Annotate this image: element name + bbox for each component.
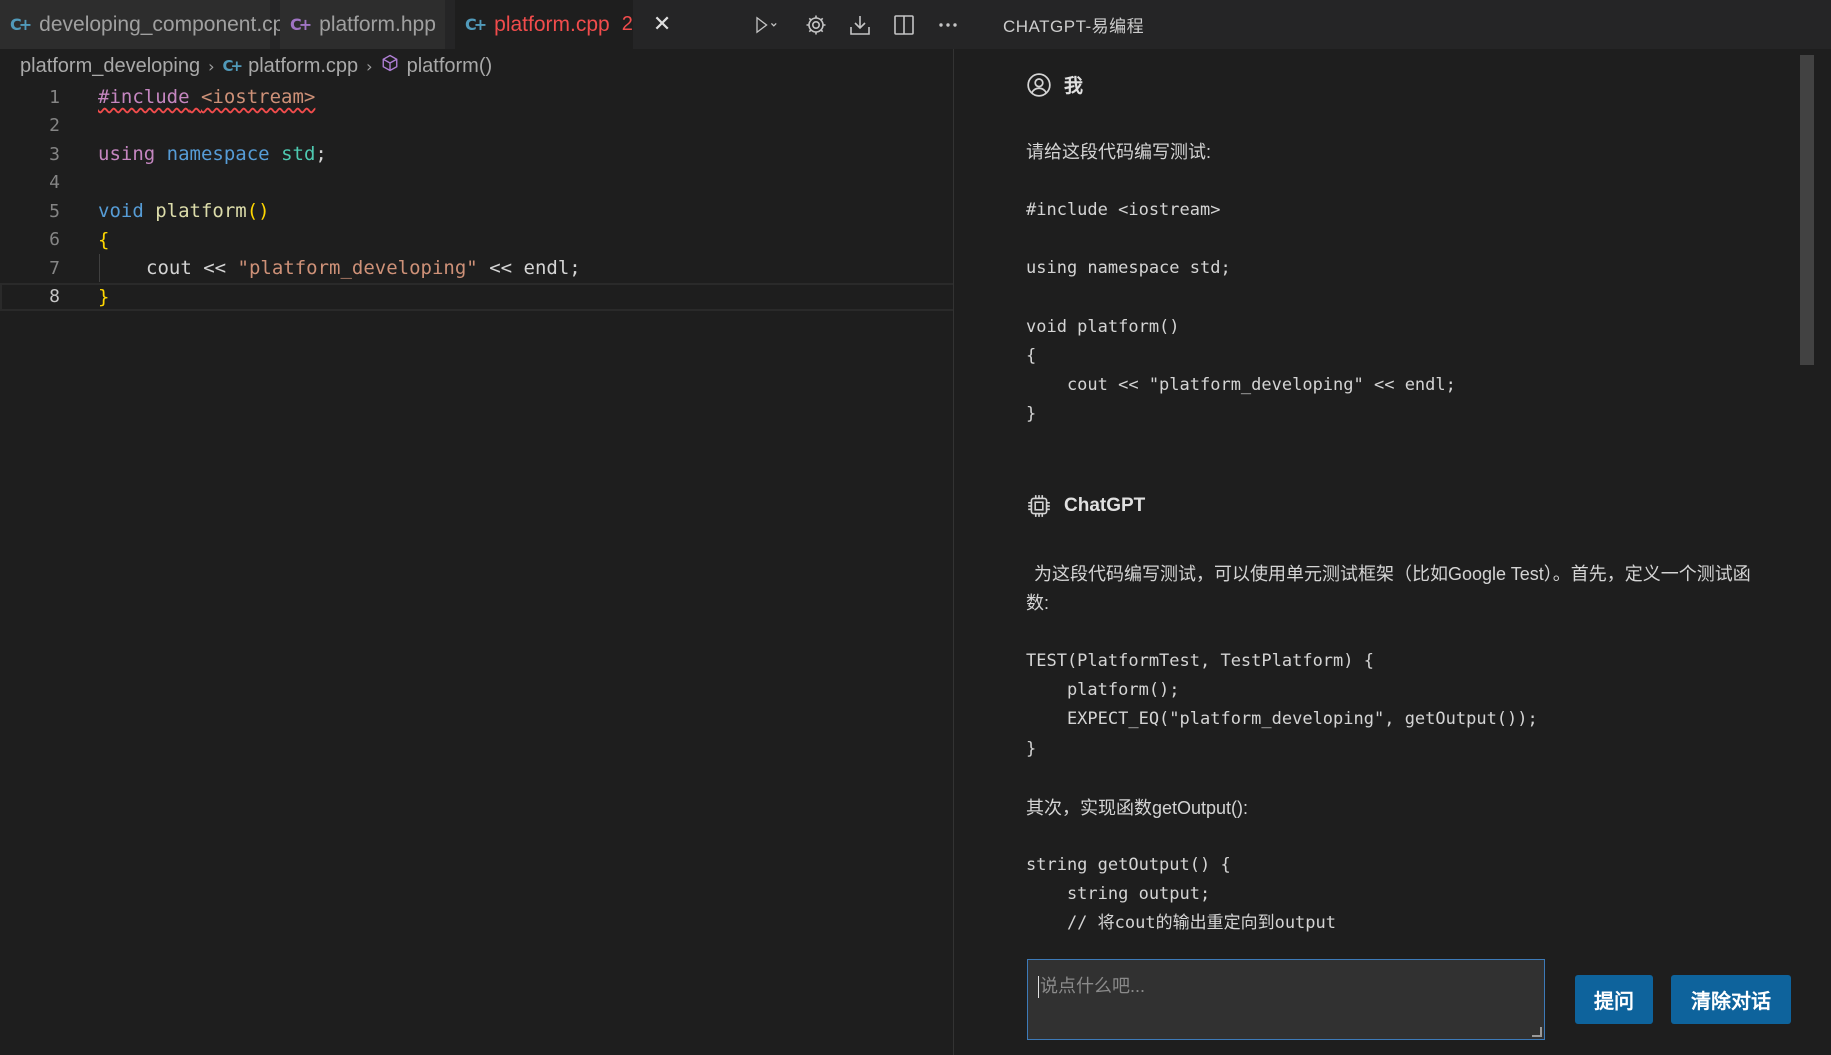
user-code-line: cout << "platform_developing" << endl; <box>1026 375 1456 395</box>
gear-icon[interactable] <box>803 12 829 38</box>
close-icon[interactable]: ✕ <box>653 12 671 37</box>
tab-label: platform.hpp <box>319 12 436 36</box>
text-caret <box>1038 976 1039 999</box>
user-avatar-icon <box>1027 72 1051 97</box>
code-text: void platform() <box>98 200 270 222</box>
chat-scrollbar[interactable] <box>1800 55 1814 365</box>
code-lines: 1 #include <iostream> 2 3 using namespac… <box>0 83 972 311</box>
bot-name: ChatGPT <box>1064 495 1146 516</box>
close-brace: } <box>98 285 110 308</box>
tab-platform-hpp[interactable]: C+ platform.hpp <box>280 0 445 49</box>
bot-code-line: string output; <box>1026 884 1211 904</box>
code-line: 1 #include <iostream> <box>0 83 953 112</box>
line-number: 8 <box>49 286 60 308</box>
user-name: 我 <box>1064 76 1084 97</box>
more-actions-icon[interactable] <box>935 12 961 38</box>
code-text: using namespace std; <box>98 143 327 165</box>
breadcrumb-file[interactable]: platform.cpp <box>248 55 358 78</box>
code-line: 7 cout << "platform_developing" << endl; <box>0 254 953 283</box>
chevron-right-icon: › <box>366 56 373 76</box>
code-line: 5 void platform() <box>0 197 953 226</box>
line-number: 2 <box>49 115 60 137</box>
user-code-line: { <box>1026 346 1037 366</box>
chip-icon <box>1028 495 1050 517</box>
bot-code-line: EXPECT_EQ("platform_developing", getOutp… <box>1026 709 1538 729</box>
code-line: 4 <box>0 169 953 198</box>
code-line: 6 { <box>0 226 953 255</box>
tab-label: platform.cpp <box>494 12 610 36</box>
tab-developing-component[interactable]: C+ developing_component.cpp <box>0 0 296 49</box>
user-code-line: using namespace std; <box>1026 258 1231 278</box>
keyword-void: void <box>98 200 144 223</box>
resize-handle-icon[interactable] <box>1532 1027 1542 1037</box>
bot-code-line: string getOutput() { <box>1026 855 1231 875</box>
clear-conversation-button[interactable]: 清除对话 <box>1671 975 1791 1024</box>
bot-message-header: ChatGPT <box>1026 493 1145 519</box>
bot-code-line: platform(); <box>1026 680 1180 700</box>
cpp-header-icon: C+ <box>290 15 312 34</box>
semicolon: ; <box>315 143 327 166</box>
panel-title: CHATGPT-易编程 <box>1003 17 1145 36</box>
user-message-header: 我 <box>1026 71 1083 98</box>
cpp-file-icon: C+ <box>465 15 487 34</box>
user-prompt: 请给这段代码编写测试: <box>1026 142 1211 162</box>
line-number: 5 <box>49 200 60 222</box>
code-text: cout << "platform_developing" << endl; <box>146 257 581 279</box>
line-number: 4 <box>49 172 60 194</box>
cpp-file-icon: C+ <box>222 57 244 75</box>
code-line: 3 using namespace std; <box>0 140 953 169</box>
tab-label: developing_component.cpp <box>39 12 297 36</box>
indent-guide <box>99 254 100 282</box>
chat-panel: 我 请给这段代码编写测试: #include <iostream> using … <box>954 49 1831 1055</box>
user-code-line: void platform() <box>1026 317 1180 337</box>
line-number: 1 <box>49 86 60 108</box>
keyword-using: using <box>98 143 156 166</box>
string-literal: "platform_developing" <box>237 257 478 280</box>
code-line-current: 8 } <box>0 282 972 311</box>
chat-input-placeholder: 说点什么吧... <box>1040 976 1146 996</box>
code-line: 2 <box>0 112 953 141</box>
code-text: #include <iostream> <box>98 86 315 108</box>
bot-code-line: TEST(PlatformTest, TestPlatform) { <box>1026 651 1374 671</box>
editor-toolbar <box>745 0 961 49</box>
line-number: 7 <box>49 257 60 279</box>
tab-bar: C+ developing_component.cpp C+ platform.… <box>0 0 1831 49</box>
bot-code-line: } <box>1026 739 1037 759</box>
user-code-line: } <box>1026 404 1037 424</box>
problem-count-badge: 2 <box>621 13 633 35</box>
keyword-namespace: namespace <box>166 143 270 166</box>
ask-button[interactable]: 提问 <box>1575 975 1653 1024</box>
cout: cout <box>146 257 192 280</box>
breadcrumb-folder[interactable]: platform_developing <box>20 55 200 78</box>
chat-input[interactable]: 说点什么吧... <box>1027 959 1545 1040</box>
line-number: 3 <box>49 143 60 165</box>
operator: << <box>191 257 238 280</box>
operator-endl: << endl; <box>477 257 581 280</box>
download-icon[interactable] <box>847 12 873 38</box>
include-directive: #include <box>98 86 190 109</box>
open-brace: { <box>98 228 110 251</box>
bot-text: 其次，实现函数getOutput(): <box>1026 798 1249 818</box>
chevron-right-icon: › <box>208 56 215 76</box>
breadcrumb: platform_developing › C+ platform.cpp › … <box>20 49 492 83</box>
include-header: <iostream> <box>200 86 316 109</box>
user-code-line: #include <iostream> <box>1026 200 1221 220</box>
breadcrumb-symbol[interactable]: platform() <box>407 55 493 78</box>
namespace-std: std <box>281 143 316 166</box>
function-name: platform <box>155 200 247 223</box>
cpp-file-icon: C+ <box>10 15 32 34</box>
chat-messages[interactable]: 我 请给这段代码编写测试: #include <iostream> using … <box>954 49 1804 934</box>
symbol-method-icon <box>381 54 399 78</box>
bot-code-line: // 将cout的输出重定向到output <box>1026 913 1336 933</box>
run-debug-icon[interactable] <box>745 12 785 38</box>
parens: () <box>246 200 270 223</box>
bot-intro: 为这段代码编写测试，可以使用单元测试框架（比如Google Test）。首先，定… <box>1026 564 1751 613</box>
line-number: 6 <box>49 229 60 251</box>
split-editor-icon[interactable] <box>891 12 917 38</box>
code-editor[interactable]: platform_developing › C+ platform.cpp › … <box>0 49 972 1055</box>
tab-platform-cpp[interactable]: C+ platform.cpp 2 ✕ <box>455 0 671 49</box>
